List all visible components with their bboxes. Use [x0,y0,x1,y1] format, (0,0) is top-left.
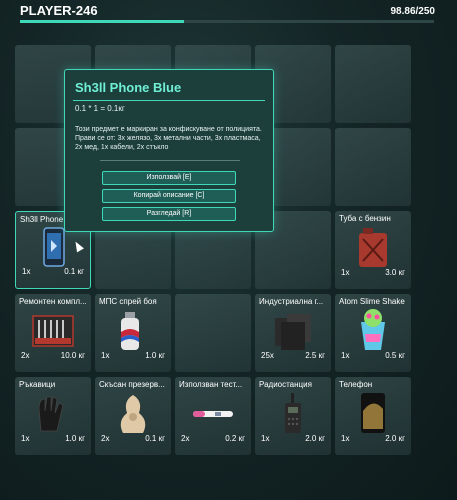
empty-slot[interactable] [335,45,411,123]
weight-bar-fill [20,20,184,23]
weight-readout: 98.86/250 [390,6,436,17]
item-qty: 2x [101,434,110,443]
item-weight: 0.1 кг [64,267,84,276]
item-name: Ръкавици [19,380,56,389]
phone-icon [361,393,385,433]
item-qty: 1x [341,434,350,443]
empty-slot[interactable] [335,128,411,206]
item-name: Използван тест... [179,380,243,389]
test-stick-icon [193,411,233,417]
radio-icon [285,393,301,433]
item-name: Телефон [339,380,373,389]
phone-blue-icon [43,227,65,267]
item-qty: 2x [181,434,190,443]
tooltip-divider [100,160,240,161]
weight-bar [20,20,434,23]
gas-can-icon [359,228,387,267]
inventory-slot-radio[interactable]: Радиостанция 1x 2.0 кг [255,377,331,455]
player-name: PLAYER-246 [20,3,98,18]
item-qty: 1x [341,351,350,360]
inventory-slot-industrial-rubber[interactable]: Индустриална г... 25x 2.5 кг [255,294,331,372]
inventory-slot-gloves[interactable]: Ръкавици 1x 1.0 кг [15,377,91,455]
item-weight: 3.0 кг [385,268,405,277]
item-qty: 2x [21,351,30,360]
inventory-slot-slime-shake[interactable]: Atom Slime Shake 1x 0.5 кг [335,294,411,372]
inventory-slot-repair-kit[interactable]: Ремонтен компл... 2x 10.0 кг [15,294,91,372]
item-name: Радиостанция [259,380,312,389]
item-tooltip: Sh3ll Phone Blue 0.1 * 1 = 0.1кг Този пр… [64,69,274,232]
inventory-slot-spray-paint[interactable]: МПС спрей боя 1x 1.0 кг [95,294,171,372]
tooltip-title: Sh3ll Phone Blue [75,80,182,95]
inventory-slot-used-test[interactable]: Използван тест... 2x 0.2 кг [175,377,251,455]
item-weight: 2.5 кг [305,351,325,360]
tooltip-divider [73,100,265,101]
repair-kit-icon [32,315,74,347]
gloves-icon [38,396,64,432]
item-weight: 1.0 кг [65,434,85,443]
tooltip-description: Този предмет е маркиран за конфискуване … [75,126,262,151]
item-weight: 2.0 кг [305,434,325,443]
item-name: Туба с бензин [339,214,391,223]
item-weight: 10.0 кг [60,351,85,360]
item-qty: 1x [341,268,350,277]
item-weight: 0.1 кг [145,434,165,443]
item-name: МПС спрей боя [99,297,157,306]
torn-item-icon [120,395,146,433]
item-name: Скъсан презерв... [99,380,165,389]
item-qty: 25x [261,351,274,360]
empty-slot[interactable] [175,294,251,372]
inventory-slot-phone[interactable]: Телефон 1x 2.0 кг [335,377,411,455]
copy-description-button[interactable]: Копирай описание [C] [102,189,236,203]
use-button[interactable]: Използвай [E] [102,171,236,185]
item-weight: 0.5 кг [385,351,405,360]
item-weight: 2.0 кг [385,434,405,443]
rubber-blocks-icon [275,314,311,350]
inventory-header: PLAYER-246 98.86/250 [0,0,457,24]
tooltip-weight-calc: 0.1 * 1 = 0.1кг [75,104,125,113]
item-qty: 1x [22,267,31,276]
item-weight: 0.2 кг [225,434,245,443]
inventory-slot-gas-can[interactable]: Туба с бензин 1x 3.0 кг [335,211,411,289]
inventory-slot-torn-item[interactable]: Скъсан презерв... 2x 0.1 кг [95,377,171,455]
spray-can-icon [121,312,139,350]
slime-shake-icon [361,309,385,350]
item-name: Atom Slime Shake [339,297,405,306]
item-name: Ремонтен компл... [19,297,87,306]
inspect-button[interactable]: Разгледай [R] [102,207,236,221]
item-qty: 1x [21,434,30,443]
item-weight: 1.0 кг [145,351,165,360]
item-qty: 1x [261,434,270,443]
item-name: Индустриална г... [259,297,324,306]
item-qty: 1x [101,351,110,360]
